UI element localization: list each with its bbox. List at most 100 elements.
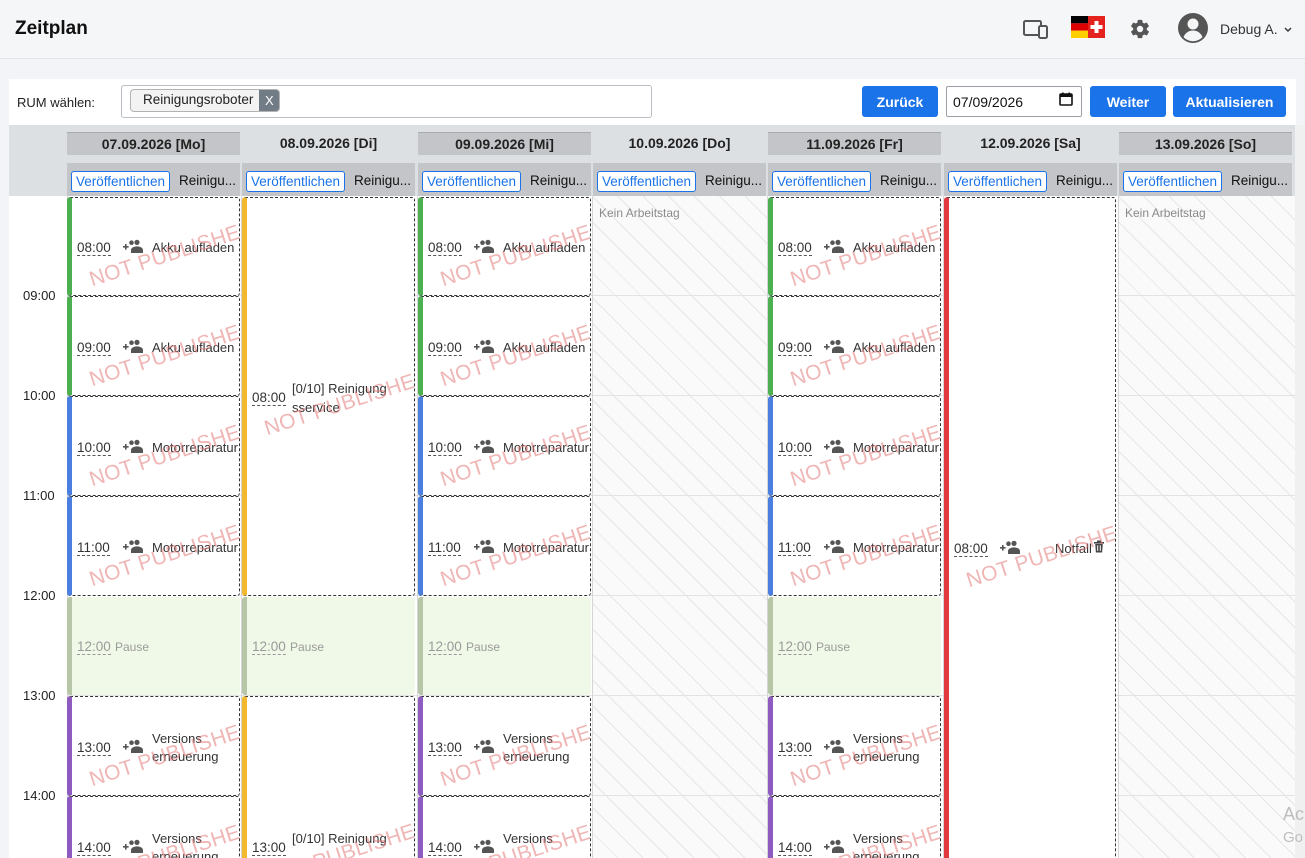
day-subheader: Veröffentlichen Reinigu... [768,163,941,196]
gear-icon[interactable] [1127,16,1153,42]
people-icon [474,439,494,453]
people-icon [123,839,143,853]
trash-icon[interactable] [1093,540,1105,553]
event-card[interactable]: 08:00 Notfall NOT PUBLISHED [944,197,1116,858]
event-time: 09:00 [778,340,812,356]
event-card[interactable]: 08:00 Akku aufladen NOT PUBLISHED [67,197,240,296]
day-resource-label: Reinigu... [530,173,588,188]
flag-icon[interactable] [1071,16,1105,38]
event-card[interactable]: 11:00 Motorreparatur NOT PUBLISHED [768,496,941,596]
day-title: 10.09.2026 [Do] [628,135,731,151]
day-subheader: Veröffentlichen Reinigu... [1119,163,1292,196]
event-card[interactable]: 08:00 [0/10] Reinigung sservice NOT PUBL… [242,197,415,596]
publish-button[interactable]: Veröffentlichen [948,171,1048,192]
rum-chip-remove-button[interactable]: X [259,90,280,111]
chevron-down-icon [1284,27,1291,33]
publish-button[interactable]: Veröffentlichen [597,171,697,192]
event-card[interactable]: 09:00 Akku aufladen NOT PUBLISHED [67,296,240,396]
event-time: 13:00 [77,740,111,756]
event-title: Motorreparatur [152,440,238,455]
event-title: Akku aufladen [853,240,936,255]
pause-block[interactable]: 12:00 Pause [768,597,941,695]
event-card[interactable]: 09:00 Akku aufladen NOT PUBLISHED [768,296,941,396]
event-time: 12:00 [428,639,462,655]
pause-block[interactable]: 12:00 Pause [67,597,240,695]
event-card[interactable]: 11:00 Motorreparatur NOT PUBLISHED [67,496,240,596]
event-title: Versions [853,731,903,746]
day-title: 08.09.2026 [Di] [279,135,378,151]
event-time: 10:00 [77,440,111,456]
day-title: 09.09.2026 [Mi] [418,132,591,155]
scrollbar[interactable] [1295,125,1305,858]
publish-button[interactable]: Veröffentlichen [71,171,171,192]
day-header-so: 13.09.2026 [So] Veröffentlichen Reinigu.… [1119,125,1293,196]
event-title: Pause [115,640,150,654]
devices-icon[interactable] [1023,16,1049,42]
people-icon [123,739,143,753]
event-title: Versions [853,831,903,846]
event-title: Pause [466,640,501,654]
event-card[interactable]: 10:00 Motorreparatur NOT PUBLISHED [768,396,941,496]
day-header-di: 08.09.2026 [Di] Veröffentlichen Reinigu.… [242,125,416,196]
event-card[interactable]: 13:00 [0/10] Reinigung NOT PUBLISHED [242,696,415,858]
hour-label: 13:00 [23,688,56,703]
publish-button[interactable]: Veröffentlichen [772,171,872,192]
event-title: [0/10] Reinigung [292,831,387,846]
event-time: 08:00 [428,240,462,256]
next-button[interactable]: Weiter [1090,86,1166,117]
event-time: 08:00 [954,541,988,557]
event-card[interactable]: 13:00 Versions erneuerung NOT PUBLISHED [768,696,941,796]
event-card[interactable]: 08:00 Akku aufladen NOT PUBLISHED [768,197,941,296]
event-title-line-2: sservice [292,400,340,415]
event-card[interactable]: 08:00 Akku aufladen NOT PUBLISHED [418,197,591,296]
calendar-icon[interactable] [1059,92,1073,106]
publish-button[interactable]: Veröffentlichen [246,171,346,192]
event-title: Motorreparatur [152,540,238,555]
event-title: [0/10] Reinigung [292,381,387,396]
people-icon [824,839,844,853]
event-card[interactable]: 11:00 Motorreparatur NOT PUBLISHED [418,496,591,596]
calendar-grid: 07.09.2026 [Mo] Veröffentlichen Reinigu.… [9,125,1295,858]
day-header-mo: 07.09.2026 [Mo] Veröffentlichen Reinigu.… [67,125,241,196]
event-card[interactable]: 14:00 Versions NOT PUBLISHED [418,796,591,858]
people-icon [824,339,844,353]
day-resource-label: Reinigu... [880,173,938,188]
day-header-sa: 12.09.2026 [Sa] Veröffentlichen Reinigu.… [944,125,1118,196]
event-card[interactable]: 10:00 Motorreparatur NOT PUBLISHED [67,396,240,496]
event-title-line-2: erneuerung [503,749,570,764]
people-icon [1000,540,1020,554]
publish-button[interactable]: Veröffentlichen [1123,171,1223,192]
people-icon [824,239,844,253]
day-title: 12.09.2026 [Sa] [980,135,1081,151]
event-time: 12:00 [778,639,812,655]
day-title: 07.09.2026 [Mo] [67,132,240,155]
day-resource-label: Reinigu... [705,173,763,188]
day-header-mi: 09.09.2026 [Mi] Veröffentlichen Reinigu.… [418,125,592,196]
hour-label: 14:00 [23,788,56,803]
hour-label: 11:00 [23,488,55,503]
event-title: Motorreparatur [503,540,589,555]
event-time: 12:00 [252,639,286,655]
user-menu[interactable]: Debug A. [1220,21,1292,37]
pause-block[interactable]: 12:00 Pause [418,597,591,695]
event-title: Motorreparatur [853,540,939,555]
day-title: 13.09.2026 [So] [1119,132,1292,155]
event-card[interactable]: 13:00 Versions erneuerung NOT PUBLISHED [67,696,240,796]
event-card[interactable]: 09:00 Akku aufladen NOT PUBLISHED [418,296,591,396]
account-icon[interactable] [1177,12,1209,44]
event-title-line-2: erneuerung [853,849,920,858]
event-card[interactable]: 13:00 Versions erneuerung NOT PUBLISHED [418,696,591,796]
refresh-button[interactable]: Aktualisieren [1173,86,1286,117]
event-card[interactable]: 10:00 Motorreparatur NOT PUBLISHED [418,396,591,496]
pause-block[interactable]: 12:00 Pause [242,597,415,695]
hour-label: 10:00 [23,388,56,403]
event-card[interactable]: 14:00 Versions erneuerung NOT PUBLISHED [67,796,240,858]
people-icon [474,239,494,253]
event-title: Motorreparatur [853,440,939,455]
event-title: Akku aufladen [853,340,936,355]
event-title: Versions [503,831,553,846]
event-card[interactable]: 14:00 Versions erneuerung NOT PUBLISHED [768,796,941,858]
publish-button[interactable]: Veröffentlichen [422,171,522,192]
back-button[interactable]: Zurück [862,86,938,117]
activation-overlay: Ac Go [1283,802,1304,850]
